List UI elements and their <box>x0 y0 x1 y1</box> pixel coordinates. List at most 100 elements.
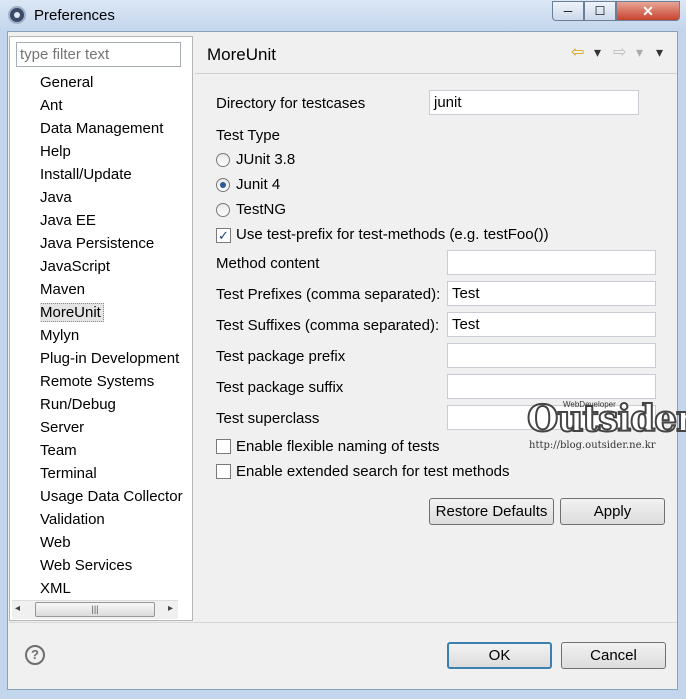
use-prefix-label[interactable]: Use test-prefix for test-methods (e.g. t… <box>236 226 549 243</box>
radio-testng-label[interactable]: TestNG <box>236 201 286 218</box>
tree-item-ant[interactable]: Ant <box>40 95 183 118</box>
tree-item-validation[interactable]: Validation <box>40 509 183 532</box>
flexible-naming-checkbox[interactable] <box>216 439 231 454</box>
back-menu-icon[interactable]: ▾ <box>594 44 601 61</box>
tree-item-run-debug[interactable]: Run/Debug <box>40 394 183 417</box>
radio-junit38[interactable] <box>216 153 230 167</box>
tree-item-data-management[interactable]: Data Management <box>40 118 183 141</box>
use-prefix-checkbox[interactable]: ✓ <box>216 228 231 243</box>
package-suffix-input[interactable] <box>447 374 656 399</box>
tree-item-terminal[interactable]: Terminal <box>40 463 183 486</box>
tree-item-label: Terminal <box>40 465 97 482</box>
radio-junit38-label[interactable]: JUnit 3.8 <box>236 151 295 168</box>
tree-item-java-ee[interactable]: Java EE <box>40 210 183 233</box>
page-title: MoreUnit <box>207 45 276 64</box>
test-suffixes-input[interactable]: Test <box>447 312 656 337</box>
radio-junit4[interactable] <box>216 178 230 192</box>
tree-item-label: Data Management <box>40 120 164 137</box>
tree-item-label: Java Persistence <box>40 235 155 252</box>
tree-item-label: Remote Systems <box>40 373 155 390</box>
restore-defaults-button[interactable]: Restore Defaults <box>429 498 554 525</box>
tree-item-label: Web <box>40 534 71 551</box>
method-content-input[interactable] <box>447 250 656 275</box>
tree-item-usage-data-collector[interactable]: Usage Data Collector <box>40 486 183 509</box>
extended-search-label[interactable]: Enable extended search for test methods <box>236 463 510 480</box>
tree-item-server[interactable]: Server <box>40 417 183 440</box>
window-title: Preferences <box>34 7 115 24</box>
tree-item-maven[interactable]: Maven <box>40 279 183 302</box>
tree-item-java-persistence[interactable]: Java Persistence <box>40 233 183 256</box>
tree-item-label: Server <box>40 419 85 436</box>
tree-item-label: Web Services <box>40 557 133 574</box>
method-content-label: Method content <box>216 255 320 272</box>
tree-item-label: XML <box>40 580 71 597</box>
test-prefixes-input[interactable]: Test <box>447 281 656 306</box>
tree-item-label: JavaScript <box>40 258 111 275</box>
tree-item-general[interactable]: General <box>40 72 183 95</box>
tree-item-mylyn[interactable]: Mylyn <box>40 325 183 348</box>
tree-item-label: Ant <box>40 97 63 114</box>
test-prefixes-label: Test Prefixes (comma separated): <box>216 286 441 303</box>
tree-item-label: Plug-in Development <box>40 350 180 367</box>
tree-item-label: Java <box>40 189 72 206</box>
tree-item-label: MoreUnit <box>40 303 104 322</box>
tree-item-web-services[interactable]: Web Services <box>40 555 183 578</box>
watermark-url: http://blog.outsider.ne.kr <box>529 440 656 451</box>
package-prefix-label: Test package prefix <box>216 348 346 365</box>
test-type-label: Test Type <box>216 127 280 144</box>
tree-item-label: Maven <box>40 281 86 298</box>
superclass-label: Test superclass <box>216 410 320 427</box>
scroll-left-arrow-icon[interactable]: ◂ <box>15 603 20 614</box>
tree-item-label: Mylyn <box>40 327 80 344</box>
extended-search-checkbox[interactable] <box>216 464 231 479</box>
forward-menu-icon[interactable]: ▾ <box>636 44 643 61</box>
preferences-window: Preferences ─ ☐ ✕ General Ant Data Manag… <box>0 0 686 699</box>
watermark-tagline: WebDeveloper <box>563 400 616 409</box>
scrollbar-thumb[interactable]: ||| <box>35 602 155 617</box>
tree-item-help[interactable]: Help <box>40 141 183 164</box>
ok-button[interactable]: OK <box>447 642 552 669</box>
filter-input[interactable] <box>16 42 181 67</box>
radio-junit4-label[interactable]: Junit 4 <box>236 176 280 193</box>
package-suffix-label: Test package suffix <box>216 379 344 396</box>
test-suffixes-label: Test Suffixes (comma separated): <box>216 317 440 334</box>
forward-arrow-icon[interactable]: ⇨ <box>613 42 626 62</box>
scroll-right-arrow-icon[interactable]: ▸ <box>168 603 173 614</box>
tree-item-xml[interactable]: XML <box>40 578 183 601</box>
minimize-button[interactable]: ─ <box>552 1 584 21</box>
tree-item-label: Usage Data Collector <box>40 488 183 505</box>
package-prefix-input[interactable] <box>447 343 656 368</box>
tree-item-label: Install/Update <box>40 166 132 183</box>
tree-item-label: Validation <box>40 511 105 528</box>
tree-item-javascript[interactable]: JavaScript <box>40 256 183 279</box>
flexible-naming-label[interactable]: Enable flexible naming of tests <box>236 438 439 455</box>
close-button[interactable]: ✕ <box>616 1 680 21</box>
help-icon[interactable]: ? <box>25 645 45 665</box>
preference-tree: General Ant Data Management Help Install… <box>40 72 185 601</box>
tree-item-remote-systems[interactable]: Remote Systems <box>40 371 183 394</box>
title-bar[interactable]: Preferences ─ ☐ ✕ <box>0 0 686 32</box>
tree-item-moreunit[interactable]: MoreUnit <box>40 302 183 325</box>
apply-button[interactable]: Apply <box>560 498 665 525</box>
tree-item-install-update[interactable]: Install/Update <box>40 164 183 187</box>
back-arrow-icon[interactable]: ⇦ <box>571 42 584 62</box>
tree-horizontal-scrollbar[interactable]: ◂ ||| ▸ <box>12 600 178 619</box>
view-menu-icon[interactable]: ▾ <box>656 44 663 61</box>
radio-testng[interactable] <box>216 203 230 217</box>
tree-item-java[interactable]: Java <box>40 187 183 210</box>
directory-input[interactable]: junit <box>429 90 639 115</box>
outsider-watermark-logo: Outsider WebDeveloper http://blog.outsid… <box>526 397 686 453</box>
tree-item-team[interactable]: Team <box>40 440 183 463</box>
directory-label: Directory for testcases <box>216 95 366 112</box>
eclipse-icon <box>8 6 26 24</box>
tree-item-label: Help <box>40 143 71 160</box>
footer-divider <box>9 622 677 623</box>
tree-item-plugin-development[interactable]: Plug-in Development <box>40 348 183 371</box>
tree-item-label: Java EE <box>40 212 96 229</box>
tree-item-label: Run/Debug <box>40 396 116 413</box>
maximize-button[interactable]: ☐ <box>584 1 616 21</box>
tree-item-web[interactable]: Web <box>40 532 183 555</box>
tree-item-label: General <box>40 74 94 91</box>
header-divider <box>195 73 677 74</box>
cancel-button[interactable]: Cancel <box>561 642 666 669</box>
